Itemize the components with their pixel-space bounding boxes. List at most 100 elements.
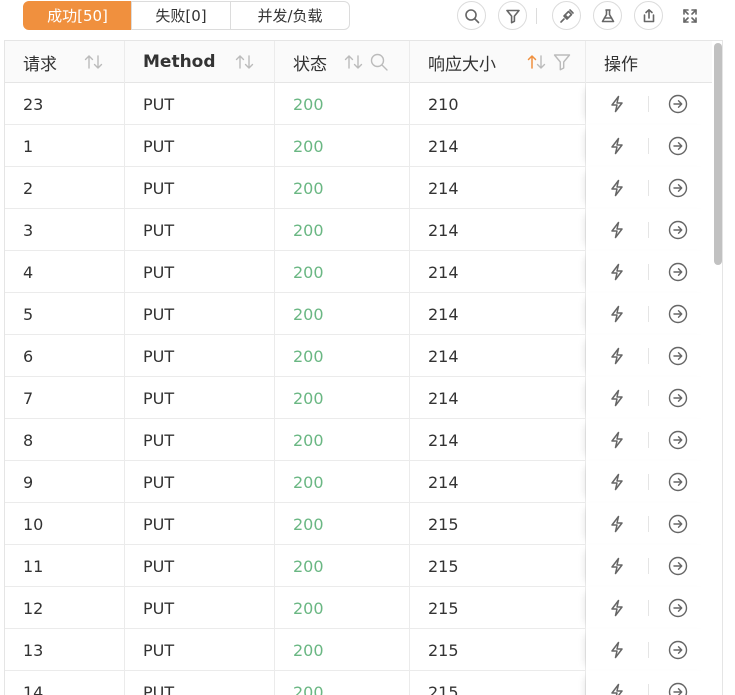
lightning-icon[interactable] xyxy=(608,641,626,659)
table-row[interactable]: 7 PUT 200 214 xyxy=(5,377,712,419)
cell-actions xyxy=(586,503,712,545)
arrow-right-circle-icon[interactable] xyxy=(668,682,688,695)
cell-response-size: 214 xyxy=(410,335,586,377)
tab-success[interactable]: 成功[50] xyxy=(23,1,132,30)
arrow-right-circle-icon[interactable] xyxy=(668,640,688,660)
arrow-right-circle-icon[interactable] xyxy=(668,430,688,450)
cell-actions xyxy=(586,209,712,251)
arrow-right-circle-icon[interactable] xyxy=(668,136,688,156)
cell-status: 200 xyxy=(275,671,410,695)
table-row[interactable]: 11 PUT 200 215 xyxy=(5,545,712,587)
cell-status: 200 xyxy=(275,167,410,209)
cell-response-size: 214 xyxy=(410,125,586,167)
cell-method: PUT xyxy=(125,419,275,461)
column-filter-icon[interactable] xyxy=(552,52,572,72)
lightning-icon[interactable] xyxy=(608,515,626,533)
cell-response-size: 215 xyxy=(410,503,586,545)
lightning-icon[interactable] xyxy=(608,557,626,575)
action-divider xyxy=(648,474,649,490)
cell-method: PUT xyxy=(125,461,275,503)
table-row[interactable]: 6 PUT 200 214 xyxy=(5,335,712,377)
column-search-icon[interactable] xyxy=(369,52,389,72)
vertical-scrollbar[interactable] xyxy=(712,41,722,695)
arrow-right-circle-icon[interactable] xyxy=(668,178,688,198)
cell-actions xyxy=(586,545,712,587)
cell-response-size: 214 xyxy=(410,419,586,461)
lightning-icon[interactable] xyxy=(608,389,626,407)
cell-request: 8 xyxy=(5,419,125,461)
column-status[interactable]: 状态 xyxy=(275,41,410,83)
arrow-right-circle-icon[interactable] xyxy=(668,94,688,114)
export-button[interactable] xyxy=(634,1,663,30)
table-row[interactable]: 5 PUT 200 214 xyxy=(5,293,712,335)
lightning-icon[interactable] xyxy=(608,95,626,113)
action-divider xyxy=(648,264,649,280)
table-row[interactable]: 13 PUT 200 215 xyxy=(5,629,712,671)
arrow-right-circle-icon[interactable] xyxy=(668,472,688,492)
arrow-right-circle-icon[interactable] xyxy=(668,304,688,324)
scrollbar-thumb[interactable] xyxy=(714,43,722,265)
lightning-icon[interactable] xyxy=(608,431,626,449)
arrow-right-circle-icon[interactable] xyxy=(668,556,688,576)
table-row[interactable]: 10 PUT 200 215 xyxy=(5,503,712,545)
sort-active-icon[interactable] xyxy=(526,53,548,71)
cell-actions xyxy=(586,83,712,125)
lightning-icon[interactable] xyxy=(608,683,626,695)
arrow-right-circle-icon[interactable] xyxy=(668,514,688,534)
lightning-icon[interactable] xyxy=(608,179,626,197)
column-actions: 操作 xyxy=(586,41,712,83)
lightning-icon[interactable] xyxy=(608,599,626,617)
filter-button[interactable] xyxy=(498,1,527,30)
lightning-icon[interactable] xyxy=(608,221,626,239)
table-row[interactable]: 8 PUT 200 214 xyxy=(5,419,712,461)
arrow-right-circle-icon[interactable] xyxy=(668,262,688,282)
cell-response-size: 215 xyxy=(410,671,586,695)
cell-status: 200 xyxy=(275,251,410,293)
lightning-icon[interactable] xyxy=(608,347,626,365)
cell-status: 200 xyxy=(275,377,410,419)
cell-request: 13 xyxy=(5,629,125,671)
column-method[interactable]: Method xyxy=(125,41,275,83)
cell-status: 200 xyxy=(275,335,410,377)
cell-actions xyxy=(586,335,712,377)
connect-button[interactable] xyxy=(552,1,581,30)
action-divider xyxy=(648,222,649,238)
column-request[interactable]: 请求 xyxy=(5,41,125,83)
table-row[interactable]: 23 PUT 200 210 xyxy=(5,83,712,125)
search-button[interactable] xyxy=(457,1,486,30)
table-row[interactable]: 2 PUT 200 214 xyxy=(5,167,712,209)
sort-icon[interactable] xyxy=(343,53,365,71)
arrow-right-circle-icon[interactable] xyxy=(668,220,688,240)
cell-status: 200 xyxy=(275,293,410,335)
arrow-right-circle-icon[interactable] xyxy=(668,598,688,618)
lightning-icon[interactable] xyxy=(608,263,626,281)
arrow-right-circle-icon[interactable] xyxy=(668,388,688,408)
sort-icon[interactable] xyxy=(234,53,256,71)
fullscreen-button[interactable] xyxy=(675,1,704,30)
lightning-icon[interactable] xyxy=(608,137,626,155)
lightning-icon[interactable] xyxy=(608,305,626,323)
table-row[interactable]: 3 PUT 200 214 xyxy=(5,209,712,251)
table-row[interactable]: 4 PUT 200 214 xyxy=(5,251,712,293)
cell-response-size: 214 xyxy=(410,209,586,251)
tab-failed[interactable]: 失败[0] xyxy=(131,1,231,30)
tab-concurrency-load[interactable]: 并发/负载 xyxy=(230,1,350,30)
expand-icon xyxy=(682,8,697,23)
action-divider xyxy=(648,642,649,658)
action-divider xyxy=(648,432,649,448)
cell-status: 200 xyxy=(275,125,410,167)
action-divider xyxy=(648,558,649,574)
table-row[interactable]: 1 PUT 200 214 xyxy=(5,125,712,167)
cell-request: 9 xyxy=(5,461,125,503)
lightning-icon[interactable] xyxy=(608,473,626,491)
sort-icon[interactable] xyxy=(83,53,105,71)
table-row[interactable]: 12 PUT 200 215 xyxy=(5,587,712,629)
cell-method: PUT xyxy=(125,503,275,545)
table-row[interactable]: 9 PUT 200 214 xyxy=(5,461,712,503)
flask-icon xyxy=(601,8,614,22)
test-button[interactable] xyxy=(593,1,622,30)
arrow-right-circle-icon[interactable] xyxy=(668,346,688,366)
table-row[interactable]: 14 PUT 200 215 xyxy=(5,671,712,695)
search-icon xyxy=(464,8,479,23)
column-response-size[interactable]: 响应大小 xyxy=(410,41,586,83)
